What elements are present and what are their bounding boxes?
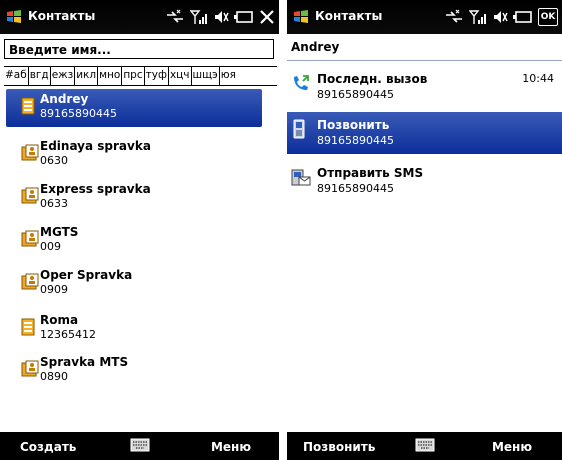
contacts-list-screen: Контакты Введите имя... #аб вгд ежз икл … bbox=[0, 0, 279, 460]
app-title: Контакты bbox=[28, 9, 96, 23]
alphabet-tab[interactable]: #аб bbox=[4, 67, 29, 85]
alphabet-tab[interactable]: шщэ bbox=[192, 67, 220, 85]
alphabet-tab[interactable]: икл bbox=[75, 67, 99, 85]
contact-name: MGTS bbox=[40, 225, 79, 239]
phone-card-icon bbox=[21, 318, 35, 336]
send-sms-item[interactable]: Отправить SMS 89165890445 bbox=[287, 160, 562, 202]
signal-strength-icon[interactable] bbox=[190, 9, 208, 25]
contact-number: 0890 bbox=[40, 370, 68, 383]
contact-detail-screen: Контакты OK Andrey Последн. вызов 891658… bbox=[287, 0, 562, 460]
windows-start-icon[interactable] bbox=[5, 8, 23, 26]
contact-card-icon bbox=[21, 360, 39, 377]
alphabet-tab[interactable]: туф bbox=[145, 67, 169, 85]
app-title: Контакты bbox=[315, 9, 383, 23]
contact-item[interactable]: Oper Spravka 0909 bbox=[6, 265, 262, 303]
connectivity-icon[interactable] bbox=[444, 9, 464, 25]
title-bar: Контакты bbox=[0, 0, 279, 34]
contact-card-icon bbox=[21, 144, 39, 161]
alphabet-tab[interactable]: ежз bbox=[51, 67, 76, 85]
close-icon[interactable] bbox=[259, 9, 275, 25]
search-input[interactable]: Введите имя... bbox=[4, 39, 274, 59]
contact-name: Express spravka bbox=[40, 182, 151, 196]
contact-name: Andrey bbox=[40, 92, 89, 106]
contact-number: 12365412 bbox=[40, 328, 96, 341]
call-time: 10:44 bbox=[522, 72, 554, 85]
connectivity-icon[interactable] bbox=[165, 9, 185, 25]
contact-item[interactable]: Express spravka 0633 bbox=[6, 179, 262, 217]
contact-name: Spravka MTS bbox=[40, 355, 129, 369]
battery-icon[interactable] bbox=[234, 9, 254, 25]
screen-divider bbox=[279, 0, 287, 460]
contact-card-icon bbox=[21, 273, 39, 290]
signal-strength-icon[interactable] bbox=[469, 9, 487, 25]
mobile-phone-icon bbox=[293, 119, 305, 139]
contact-number: 009 bbox=[40, 240, 61, 253]
alphabet-tab[interactable]: прс bbox=[122, 67, 145, 85]
keyboard-icon[interactable] bbox=[130, 438, 150, 452]
contact-name-header: Andrey bbox=[287, 34, 562, 61]
alphabet-tab[interactable]: вгд bbox=[29, 67, 51, 85]
action-label: Отправить SMS bbox=[317, 166, 424, 180]
contact-item[interactable]: Edinaya spravka 0630 bbox=[6, 136, 262, 174]
battery-icon[interactable] bbox=[513, 9, 533, 25]
windows-start-icon[interactable] bbox=[292, 8, 310, 26]
keyboard-icon[interactable] bbox=[415, 438, 435, 452]
action-label: Последн. вызов bbox=[317, 72, 428, 86]
call-softkey[interactable]: Позвонить bbox=[303, 440, 375, 454]
contact-card-icon bbox=[21, 187, 39, 204]
softkey-bar: Позвонить Меню bbox=[287, 432, 562, 460]
contact-name: Roma bbox=[40, 313, 79, 327]
alphabet-tab[interactable]: хцч bbox=[169, 67, 192, 85]
contact-number: 89165890445 bbox=[40, 107, 117, 120]
contact-name: Edinaya spravka bbox=[40, 139, 151, 153]
contact-number: 0630 bbox=[40, 154, 68, 167]
contact-item[interactable]: Roma 12365412 bbox=[6, 310, 262, 348]
title-bar: Контакты OK bbox=[287, 0, 562, 34]
alphabet-tab[interactable]: мно bbox=[98, 67, 123, 85]
action-label: Позвонить bbox=[317, 118, 390, 132]
contact-item[interactable]: Andrey 89165890445 bbox=[6, 89, 262, 127]
action-number: 89165890445 bbox=[317, 134, 394, 147]
contact-item[interactable]: MGTS 009 bbox=[6, 222, 262, 260]
alphabet-tab[interactable]: юя bbox=[220, 67, 237, 85]
contact-item[interactable]: Spravka MTS 0890 bbox=[6, 352, 262, 390]
menu-softkey[interactable]: Меню bbox=[211, 440, 251, 454]
action-number: 89165890445 bbox=[317, 182, 394, 195]
softkey-bar: Создать Меню bbox=[0, 432, 279, 460]
call-log-icon bbox=[294, 75, 309, 90]
contact-name: Oper Spravka bbox=[40, 268, 133, 282]
volume-off-icon[interactable] bbox=[213, 9, 229, 25]
last-call-item[interactable]: Последн. вызов 89165890445 10:44 bbox=[287, 66, 562, 108]
action-number: 89165890445 bbox=[317, 88, 394, 101]
contact-number: 0909 bbox=[40, 283, 68, 296]
call-item[interactable]: Позвонить 89165890445 bbox=[287, 112, 562, 154]
volume-off-icon[interactable] bbox=[492, 9, 508, 25]
contact-number: 0633 bbox=[40, 197, 68, 210]
contact-card-icon bbox=[21, 230, 39, 247]
create-softkey[interactable]: Создать bbox=[20, 440, 76, 454]
menu-softkey[interactable]: Меню bbox=[492, 440, 532, 454]
alphabet-bar: #аб вгд ежз икл мно прс туф хцч шщэ юя bbox=[4, 66, 277, 86]
sms-icon bbox=[291, 169, 311, 186]
ok-button[interactable]: OK bbox=[538, 8, 558, 26]
phone-card-icon bbox=[21, 97, 35, 115]
